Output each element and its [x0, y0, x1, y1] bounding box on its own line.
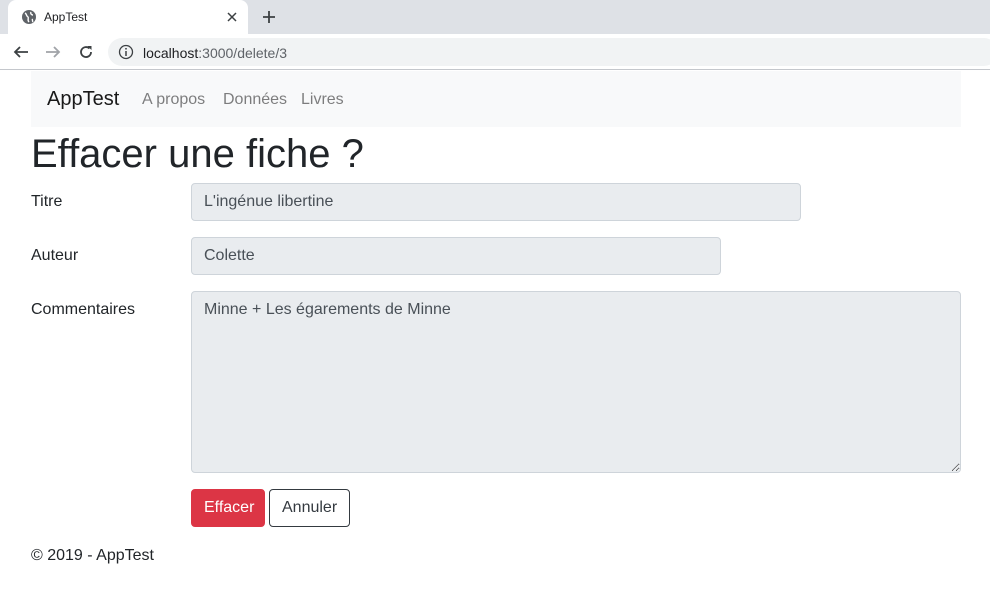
nav-link-donnees[interactable]: Données [223, 91, 287, 109]
cancel-button[interactable]: Annuler [269, 489, 350, 527]
navbar: AppTest A propos Données Livres [31, 71, 961, 127]
delete-button[interactable]: Effacer [191, 489, 265, 527]
titre-label: Titre [31, 193, 63, 210]
url-path: :3000/delete/3 [198, 45, 288, 61]
browser-toolbar: localhost:3000/delete/3 [0, 34, 990, 70]
auteur-label: Auteur [31, 247, 79, 264]
page-title: Effacer une fiche ? [31, 132, 364, 176]
auteur-field[interactable] [191, 237, 721, 275]
plus-icon[interactable] [258, 6, 280, 28]
page-content: AppTest A propos Données Livres Effacer … [0, 71, 990, 600]
browser-tab[interactable]: AppTest [8, 0, 248, 34]
url-text: localhost:3000/delete/3 [143, 45, 287, 61]
globe-icon [21, 9, 37, 25]
url-host: localhost [143, 45, 199, 61]
browser-tabstrip: AppTest [0, 0, 990, 34]
titre-field[interactable] [191, 183, 801, 221]
close-icon[interactable] [223, 8, 241, 26]
commentaires-field[interactable]: Minne + Les égarements de Minne [191, 291, 961, 473]
info-icon[interactable] [118, 44, 134, 60]
arrow-right-icon[interactable] [41, 40, 65, 64]
reload-icon[interactable] [74, 40, 98, 64]
nav-link-livres[interactable]: Livres [301, 91, 344, 109]
nav-link-a-propos[interactable]: A propos [142, 91, 205, 109]
navbar-brand[interactable]: AppTest [47, 88, 119, 111]
commentaires-label: Commentaires [31, 301, 136, 318]
tab-title: AppTest [44, 10, 88, 24]
arrow-left-icon[interactable] [9, 40, 33, 64]
footer-text: © 2019 - AppTest [31, 547, 154, 564]
address-bar[interactable]: localhost:3000/delete/3 [108, 38, 990, 66]
